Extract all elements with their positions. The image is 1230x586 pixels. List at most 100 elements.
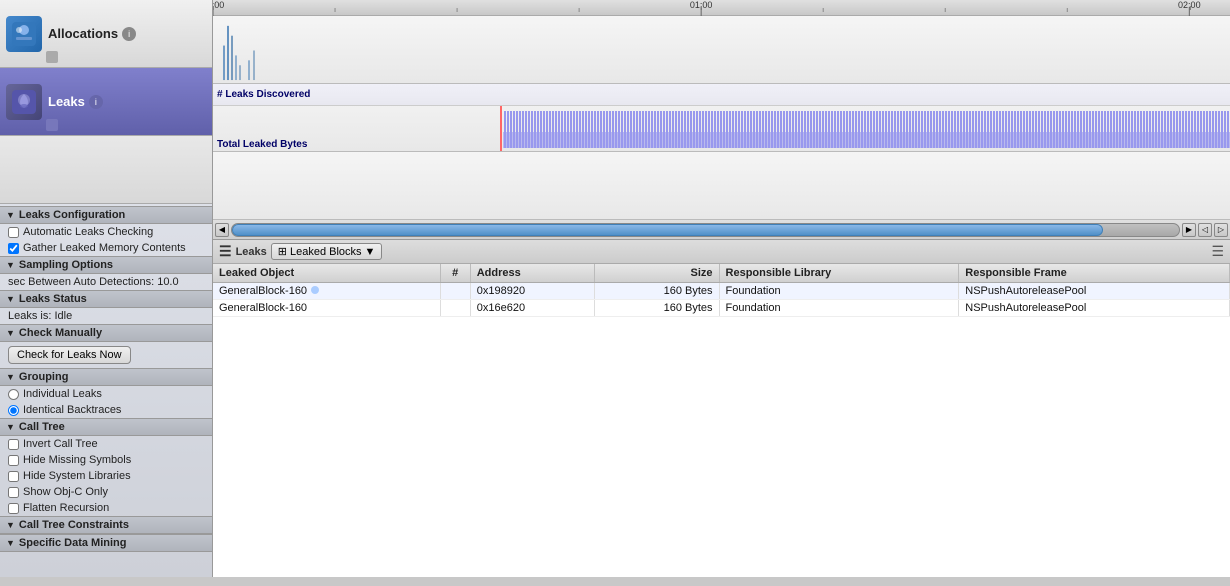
- table-area[interactable]: Leaked Object # Address Size Responsible: [213, 264, 1230, 577]
- gather-leaked-checkbox[interactable]: [8, 243, 19, 254]
- hide-missing-symbols-checkbox[interactable]: [8, 455, 19, 466]
- show-objc-only-checkbox[interactable]: [8, 487, 19, 498]
- allocations-name: Allocations: [48, 26, 118, 41]
- config-panel: ▼ Leaks Configuration Automatic Leaks Ch…: [0, 204, 212, 577]
- cell-count: [440, 283, 470, 300]
- col-responsible-frame[interactable]: Responsible Frame: [959, 264, 1230, 283]
- scroll-bar-area[interactable]: ◀ ▶ ◁ ▷: [213, 220, 1230, 240]
- cell-size: 160 Bytes: [594, 300, 719, 317]
- call-tree-constraints-header: ▼ Call Tree Constraints: [0, 516, 212, 534]
- hide-system-libraries-label: Hide System Libraries: [23, 470, 131, 482]
- timeline-ruler: 00:00 01:00 02:00: [213, 0, 1230, 16]
- col-address[interactable]: Address: [470, 264, 594, 283]
- cell-responsible-frame: NSPushAutoreleasePool: [959, 283, 1230, 300]
- timeline-header: 00:00 01:00 02:00: [213, 0, 1230, 16]
- leaks-discovered-label: # Leaks Discovered: [217, 89, 310, 100]
- leaks-status-label: Leaks Status: [19, 293, 87, 305]
- leaked-blocks-grid-icon: ⊞: [278, 245, 287, 258]
- leaks-selector-icon: ☰: [219, 243, 232, 260]
- show-objc-only-label: Show Obj-C Only: [23, 486, 108, 498]
- leaked-blocks-label: Leaked Blocks: [290, 246, 362, 258]
- leaks-chart-area: Total Leaked Bytes: [213, 106, 1230, 152]
- leaked-blocks-selector[interactable]: ⊞ Leaked Blocks ▼: [271, 243, 383, 260]
- leaks-config-arrow: ▼: [6, 210, 15, 220]
- check-manually-arrow: ▼: [6, 328, 15, 338]
- automatic-leaks-checkbox[interactable]: [8, 227, 19, 238]
- scroll-next-button[interactable]: ▷: [1214, 223, 1228, 237]
- leaks-icon: [6, 84, 42, 120]
- toolbar-menu-icon[interactable]: ☰: [1211, 243, 1224, 260]
- allocations-doc-icon: [46, 51, 58, 63]
- leaks-status-arrow: ▼: [6, 294, 15, 304]
- invert-call-tree-checkbox[interactable]: [8, 439, 19, 450]
- allocations-chart-svg: [213, 16, 1230, 83]
- cell-count: [440, 300, 470, 317]
- tick-lines-svg: [213, 8, 1230, 16]
- scroll-prev-button[interactable]: ◁: [1198, 223, 1212, 237]
- hide-missing-symbols-item[interactable]: Hide Missing Symbols: [0, 452, 212, 468]
- flatten-recursion-label: Flatten Recursion: [23, 502, 109, 514]
- col-count[interactable]: #: [440, 264, 470, 283]
- allocations-instrument-row[interactable]: Allocations i: [0, 0, 212, 68]
- check-manually-header: ▼ Check Manually: [0, 324, 212, 342]
- call-tree-label: Call Tree: [19, 421, 65, 433]
- allocations-track: [213, 16, 1230, 84]
- individual-leaks-radio[interactable]: [8, 389, 19, 400]
- call-tree-header: ▼ Call Tree: [0, 418, 212, 436]
- scroll-thumb[interactable]: [232, 224, 1103, 236]
- scroll-right-button[interactable]: ▶: [1182, 223, 1196, 237]
- allocations-info-badge[interactable]: i: [122, 27, 136, 41]
- flatten-recursion-item[interactable]: Flatten Recursion: [0, 500, 212, 516]
- allocations-icon: [6, 16, 42, 52]
- leaks-is-idle-value: Leaks is: Idle: [0, 308, 212, 324]
- leaked-dot: [311, 286, 319, 294]
- individual-leaks-item[interactable]: Individual Leaks: [0, 386, 212, 402]
- gather-leaked-label: Gather Leaked Memory Contents: [23, 242, 186, 254]
- leaks-selector: ☰ Leaks: [219, 243, 267, 260]
- leaks-name: Leaks: [48, 94, 85, 109]
- check-for-leaks-button[interactable]: Check for Leaks Now: [8, 346, 131, 364]
- identical-backtraces-item[interactable]: Identical Backtraces: [0, 402, 212, 418]
- show-objc-only-item[interactable]: Show Obj-C Only: [0, 484, 212, 500]
- scroll-left-button[interactable]: ◀: [215, 223, 229, 237]
- leaks-doc-icon: [46, 119, 58, 131]
- total-leaked-bytes-label: Total Leaked Bytes: [217, 139, 307, 150]
- invert-call-tree-item[interactable]: Invert Call Tree: [0, 436, 212, 452]
- specific-data-mining-header: ▼ Specific Data Mining: [0, 534, 212, 552]
- leaks-discovered-row: # Leaks Discovered: [213, 84, 1230, 106]
- identical-backtraces-label: Identical Backtraces: [23, 404, 121, 416]
- empty-track: [213, 152, 1230, 220]
- col-responsible-library[interactable]: Responsible Library: [719, 264, 959, 283]
- col-size[interactable]: Size: [594, 264, 719, 283]
- content-area: 00:00 01:00 02:00: [213, 0, 1230, 577]
- call-tree-constraints-label: Call Tree Constraints: [19, 519, 129, 531]
- cell-leaked-object: GeneralBlock-160: [213, 300, 440, 317]
- table-row[interactable]: GeneralBlock-1600x16e620160 BytesFoundat…: [213, 300, 1230, 317]
- hide-system-libraries-checkbox[interactable]: [8, 471, 19, 482]
- leaks-configuration-label: Leaks Configuration: [19, 209, 125, 221]
- empty-instrument-row: [0, 136, 212, 204]
- table-body: GeneralBlock-160 0x198920160 BytesFoundat…: [213, 283, 1230, 317]
- leaks-status-header: ▼ Leaks Status: [0, 290, 212, 308]
- identical-backtraces-radio[interactable]: [8, 405, 19, 416]
- automatic-leaks-item[interactable]: Automatic Leaks Checking: [0, 224, 212, 240]
- individual-leaks-label: Individual Leaks: [23, 388, 102, 400]
- cell-size: 160 Bytes: [594, 283, 719, 300]
- automatic-leaks-label: Automatic Leaks Checking: [23, 226, 153, 238]
- grouping-label: Grouping: [19, 371, 69, 383]
- leaks-instrument-row[interactable]: Leaks i: [0, 68, 212, 136]
- cell-responsible-library: Foundation: [719, 283, 959, 300]
- leaked-blocks-dropdown-icon: ▼: [365, 246, 376, 258]
- cell-address: 0x198920: [470, 283, 594, 300]
- table-row[interactable]: GeneralBlock-1600x198920160 BytesFoundat…: [213, 283, 1230, 300]
- col-leaked-object[interactable]: Leaked Object: [213, 264, 440, 283]
- leaks-info-badge[interactable]: i: [89, 95, 103, 109]
- sampling-arrow: ▼: [6, 260, 15, 270]
- scroll-track[interactable]: [231, 223, 1180, 237]
- flatten-recursion-checkbox[interactable]: [8, 503, 19, 514]
- cell-address: 0x16e620: [470, 300, 594, 317]
- grouping-header: ▼ Grouping: [0, 368, 212, 386]
- sampling-options-header: ▼ Sampling Options: [0, 256, 212, 274]
- gather-leaked-item[interactable]: Gather Leaked Memory Contents: [0, 240, 212, 256]
- hide-system-libraries-item[interactable]: Hide System Libraries: [0, 468, 212, 484]
